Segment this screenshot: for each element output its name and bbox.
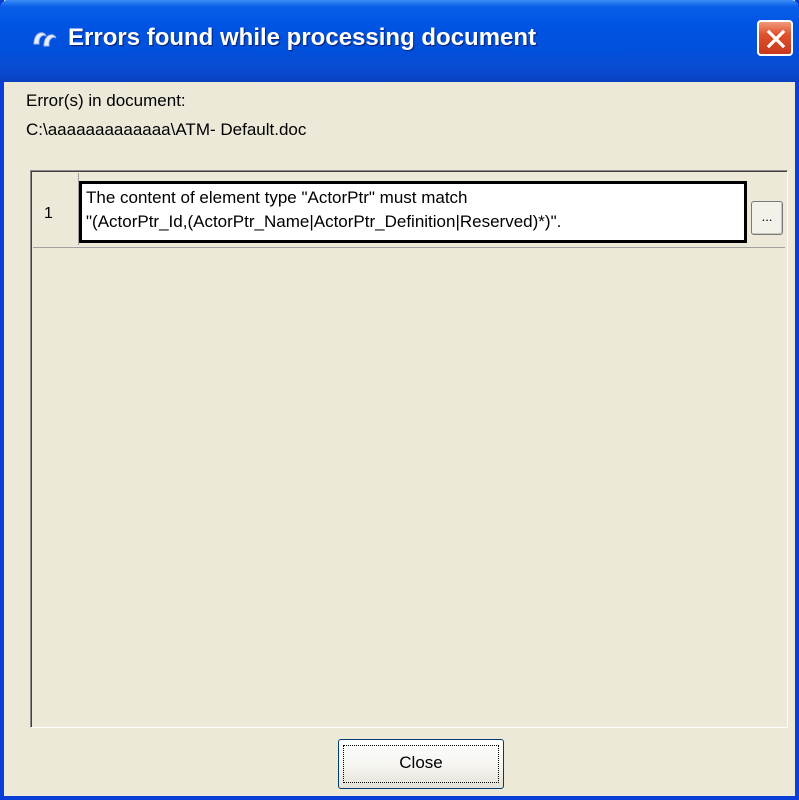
close-icon <box>766 29 786 49</box>
error-message-line-2: "(ActorPtr_Id,(ActorPtr_Name|ActorPtr_De… <box>86 212 562 231</box>
row-number: 1 <box>33 173 79 245</box>
app-logo-icon <box>30 24 60 54</box>
error-details-button[interactable]: ... <box>751 201 783 235</box>
document-path: C:\aaaaaaaaaaaaa\ATM- Default.doc <box>26 120 307 139</box>
error-list[interactable]: 1 The content of element type "ActorPtr"… <box>30 170 788 728</box>
error-dialog: Errors found while processing document E… <box>0 0 799 800</box>
error-message-cell[interactable]: The content of element type "ActorPtr" m… <box>79 181 747 243</box>
close-button-label: Close <box>399 753 443 772</box>
title-bar[interactable]: Errors found while processing document <box>0 0 799 82</box>
table-row[interactable]: 1 The content of element type "ActorPtr"… <box>33 173 785 248</box>
window-close-button[interactable] <box>757 20 793 56</box>
error-message-line-1: The content of element type "ActorPtr" m… <box>86 188 468 207</box>
close-button[interactable]: Close <box>338 739 504 789</box>
window-title: Errors found while processing document <box>68 24 537 51</box>
errors-heading: Error(s) in document: <box>26 91 186 110</box>
